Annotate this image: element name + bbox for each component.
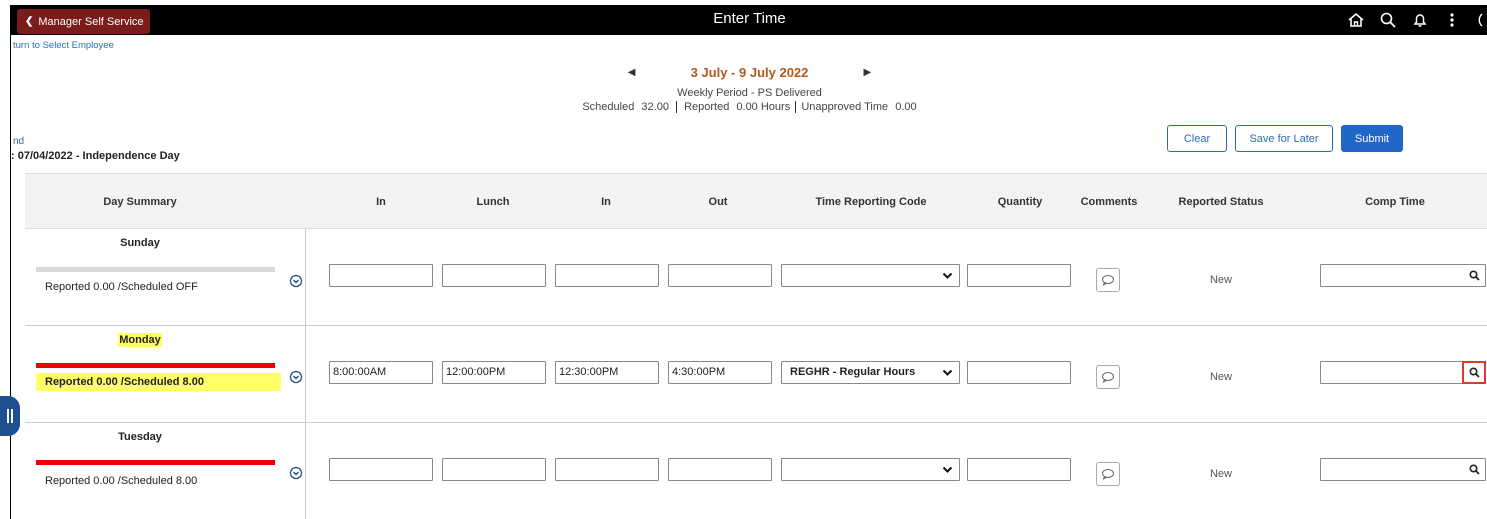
- chevron-down-icon: [942, 272, 953, 279]
- column-header-comp-time: Comp Time: [1365, 196, 1425, 208]
- unapproved-value: 0.00: [895, 101, 917, 113]
- comment-bubble-icon: [1102, 469, 1114, 480]
- out-time-input[interactable]: 4:30:00PM: [668, 361, 772, 384]
- column-header-quantity: Quantity: [997, 196, 1043, 208]
- in-time-input[interactable]: 8:00:00AM: [329, 361, 433, 384]
- home-icon[interactable]: [1340, 5, 1372, 35]
- comment-bubble-icon: [1102, 275, 1114, 286]
- in-time-input[interactable]: [329, 458, 433, 481]
- quantity-input[interactable]: [967, 458, 1071, 481]
- time-reporting-code-select[interactable]: [781, 458, 960, 481]
- search-icon[interactable]: [1463, 265, 1485, 286]
- scheduled-value: 32.00: [641, 101, 669, 113]
- legend-link[interactable]: nd: [13, 136, 24, 147]
- clear-button[interactable]: Clear: [1167, 125, 1227, 152]
- column-header-reported-status: Reported Status: [1178, 196, 1264, 208]
- submit-button[interactable]: Submit: [1341, 125, 1403, 152]
- comp-time-field[interactable]: [1320, 361, 1486, 384]
- save-for-later-button[interactable]: Save for Later: [1235, 125, 1333, 152]
- return-to-select-employee-link[interactable]: turn to Select Employee: [13, 40, 114, 51]
- page-frame: ❮ Manager Self Service Enter Time turn t…: [10, 5, 1487, 519]
- in-time-input[interactable]: [329, 264, 433, 287]
- notification-bell-icon[interactable]: [1404, 5, 1436, 35]
- table-row: Tuesday Reported 0.00 /Scheduled 8.00 Ne…: [25, 423, 1487, 519]
- search-icon[interactable]: [1372, 5, 1404, 35]
- in-time-2-input[interactable]: [555, 458, 659, 481]
- user-menu-icon[interactable]: [1468, 5, 1487, 35]
- column-header-comments: Comments: [1080, 196, 1138, 208]
- in-time-2-input[interactable]: [555, 264, 659, 287]
- reported-status: New: [1209, 371, 1232, 383]
- comment-bubble-icon: [1102, 372, 1114, 383]
- column-header-day-summary: Day Summary: [103, 196, 177, 208]
- unapproved-label: Unapproved Time: [801, 101, 889, 113]
- reported-status: New: [1209, 468, 1232, 480]
- scheduled-bar: [36, 363, 275, 368]
- column-header-out: Out: [708, 196, 728, 208]
- time-grid-body: Sunday Reported 0.00 /Scheduled OFF New: [25, 229, 1487, 519]
- reported-label: Reported: [684, 101, 730, 113]
- day-summary-status: Reported 0.00 /Scheduled 8.00: [45, 475, 198, 487]
- quantity-input[interactable]: [967, 361, 1071, 384]
- lunch-time-input[interactable]: [442, 458, 546, 481]
- comment-button[interactable]: [1096, 365, 1120, 389]
- table-row: Monday Reported 0.00 /Scheduled 8.00 8:0…: [25, 326, 1487, 423]
- column-header-time-reporting-code: Time Reporting Code: [815, 196, 927, 208]
- in-time-2-input[interactable]: 12:30:00PM: [555, 361, 659, 384]
- scheduled-bar: [36, 460, 275, 465]
- reported-status: New: [1209, 274, 1232, 286]
- scheduled-bar: [36, 267, 275, 272]
- time-reporting-code-select[interactable]: REGHR - Regular Hours: [781, 361, 960, 384]
- scheduled-label: Scheduled: [582, 101, 635, 113]
- comp-time-field[interactable]: [1320, 264, 1486, 287]
- expand-chevron-icon[interactable]: [289, 466, 303, 480]
- column-header-in: In: [376, 196, 386, 208]
- search-icon[interactable]: [1463, 459, 1485, 480]
- comment-button[interactable]: [1096, 268, 1120, 292]
- lunch-time-input[interactable]: 12:00:00PM: [442, 361, 546, 384]
- time-grid-header: Day Summary In Lunch In Out Time Reporti…: [25, 173, 1487, 229]
- out-time-input[interactable]: [668, 264, 772, 287]
- side-panel-toggle-handle[interactable]: [0, 396, 20, 436]
- period-selector: ◀ 3 July - 9 July 2022 ▶ Weekly Period -…: [11, 65, 1487, 114]
- comp-time-field[interactable]: [1320, 458, 1486, 481]
- table-row: Sunday Reported 0.00 /Scheduled OFF New: [25, 229, 1487, 326]
- lunch-time-input[interactable]: [442, 264, 546, 287]
- period-type: Weekly Period - PS Delivered: [677, 87, 822, 99]
- expand-chevron-icon[interactable]: [289, 370, 303, 384]
- next-period-arrow-icon[interactable]: ▶: [858, 67, 876, 78]
- page-title: Enter Time: [713, 10, 786, 27]
- header-actions: [1340, 5, 1487, 35]
- period-totals: Scheduled 32.00 Reported 0.00 Hours Unap…: [11, 101, 1487, 114]
- expand-chevron-icon[interactable]: [289, 274, 303, 288]
- day-name: Monday: [25, 333, 255, 347]
- day-name: Sunday: [120, 237, 160, 249]
- column-header-in-2: In: [601, 196, 611, 208]
- column-header-lunch: Lunch: [476, 196, 510, 208]
- time-reporting-code-select[interactable]: [781, 264, 960, 287]
- more-actions-icon[interactable]: [1436, 5, 1468, 35]
- day-name-text: Monday: [118, 333, 162, 347]
- previous-period-arrow-icon[interactable]: ◀: [623, 67, 641, 78]
- period-range: 3 July - 9 July 2022: [690, 65, 809, 80]
- comment-button[interactable]: [1096, 462, 1120, 486]
- action-buttons: Clear Save for Later Submit: [1167, 125, 1403, 152]
- trc-value: REGHR - Regular Hours: [790, 366, 916, 378]
- day-name: Tuesday: [118, 431, 162, 443]
- day-summary-status: Reported 0.00 /Scheduled 8.00: [36, 373, 281, 391]
- top-bar: ❮ Manager Self Service Enter Time: [11, 5, 1487, 35]
- quantity-input[interactable]: [967, 264, 1071, 287]
- chevron-down-icon: [942, 466, 953, 473]
- day-summary-status: Reported 0.00 /Scheduled OFF: [45, 281, 198, 293]
- search-icon[interactable]: [1462, 361, 1486, 384]
- reported-value: 0.00 Hours: [736, 101, 791, 113]
- out-time-input[interactable]: [668, 458, 772, 481]
- chevron-down-icon: [942, 369, 953, 376]
- holiday-note: : 07/04/2022 - Independence Day: [11, 150, 180, 162]
